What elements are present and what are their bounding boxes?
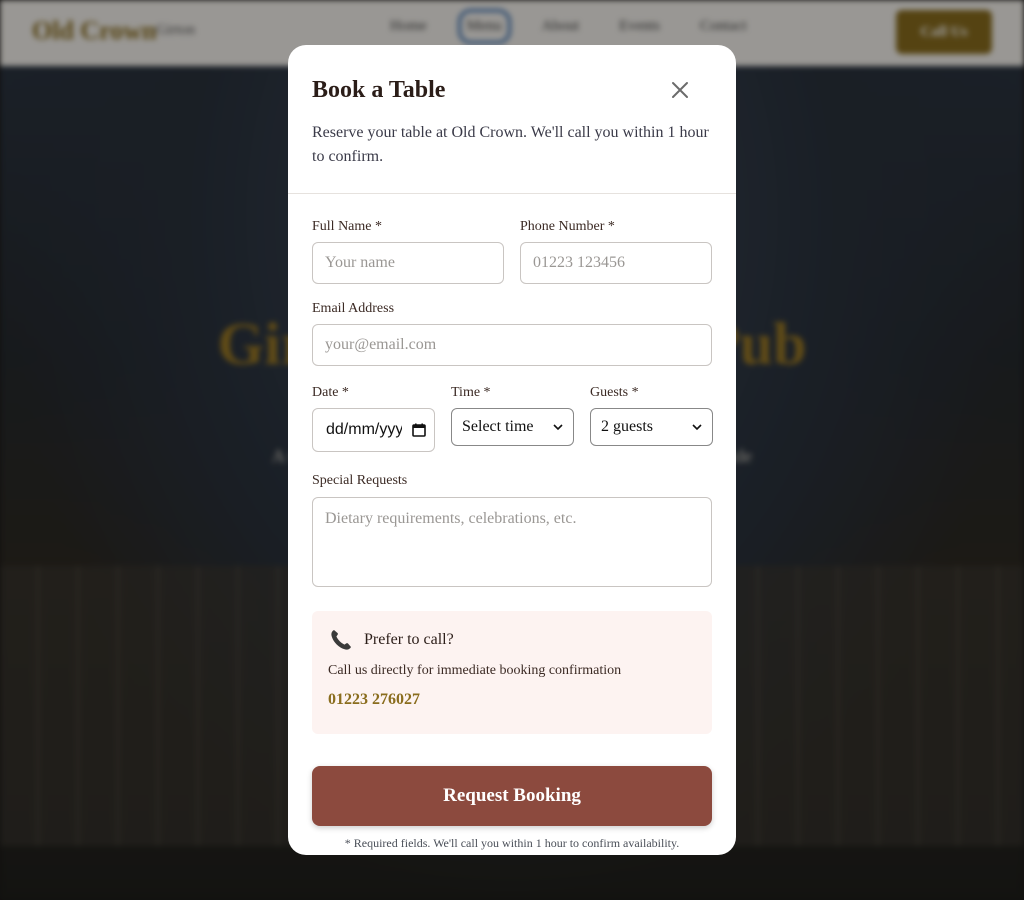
modal-title: Book a Table <box>312 77 446 103</box>
chevron-down-icon <box>692 424 702 431</box>
email-label: Email Address <box>312 301 395 316</box>
modal-header: Book a Table Reserve your table at Old C… <box>288 45 736 194</box>
call-box-text: Call us directly for immediate booking c… <box>328 663 622 678</box>
special-requests-placeholder: Dietary requirements, celebrations, etc. <box>325 510 577 527</box>
phone-icon <box>331 630 351 650</box>
guests-label: Guests * <box>590 385 639 400</box>
required-fields-note: * Required fields. We'll call you within… <box>344 836 680 850</box>
requests-label: Special Requests <box>312 473 408 488</box>
phone-input[interactable] <box>520 242 712 284</box>
guests-select[interactable]: 2 guests <box>590 408 713 446</box>
time-select-value: Select time <box>462 418 534 435</box>
booking-form: Full Name * Phone Number * Email Address… <box>288 194 736 851</box>
date-input[interactable]: dd/mm/yyyy <box>312 408 435 452</box>
call-info-box: Prefer to call? Call us directly for imm… <box>312 611 712 734</box>
calendar-icon[interactable] <box>412 423 426 437</box>
guests-select-value: 2 guests <box>601 418 653 435</box>
name-label: Full Name * <box>312 219 382 234</box>
date-value: dd/mm/yyyy <box>326 421 402 438</box>
chevron-down-icon <box>553 424 563 431</box>
date-label: Date * <box>312 385 349 400</box>
request-booking-button[interactable]: Request Booking <box>312 766 712 826</box>
phone-label: Phone Number * <box>520 219 615 234</box>
modal-description: Reserve your table at Old Crown. We'll c… <box>312 124 709 165</box>
time-label: Time * <box>451 385 491 400</box>
special-requests-textarea[interactable]: Dietary requirements, celebrations, etc. <box>312 497 712 587</box>
booking-modal: Book a Table Reserve your table at Old C… <box>288 45 736 855</box>
call-box-title: Prefer to call? <box>364 631 454 648</box>
name-input[interactable] <box>312 242 504 284</box>
time-select[interactable]: Select time <box>451 408 574 446</box>
call-box-phone-number[interactable]: 01223 276027 <box>328 691 696 709</box>
close-button[interactable] <box>670 80 690 100</box>
close-icon <box>672 82 688 98</box>
email-input[interactable] <box>312 324 712 366</box>
